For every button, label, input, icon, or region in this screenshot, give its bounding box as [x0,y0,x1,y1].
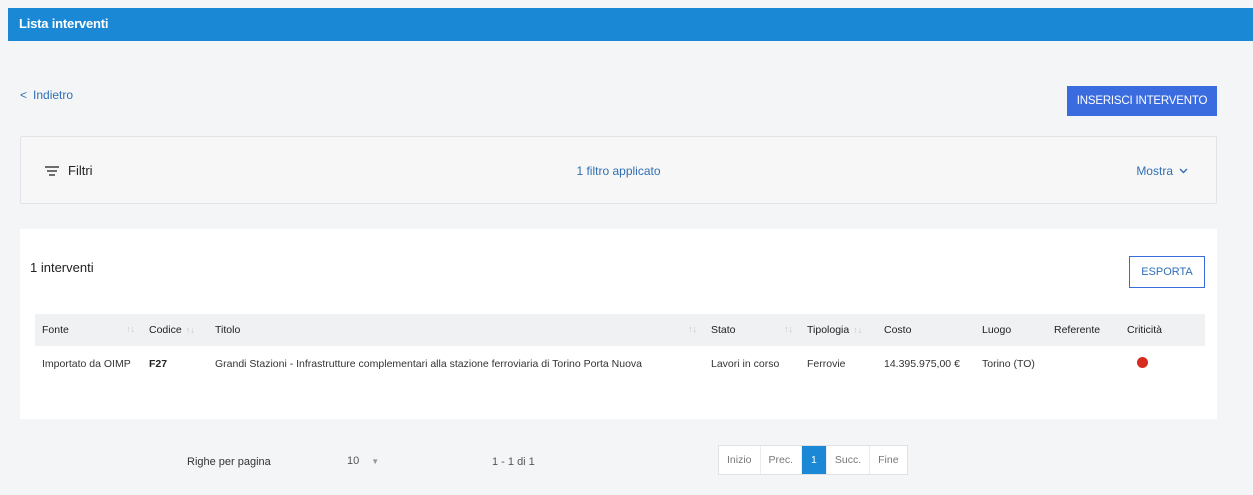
sort-icon[interactable]: ↑↓ [784,324,793,334]
caret-down-icon: ▼ [371,456,380,466]
rows-per-page-select[interactable]: 10 ▼ [347,455,379,467]
results-card: 1 interventi ESPORTA Fonte ↑↓ Codice ↑↓ Ti… [20,229,1217,419]
cell-costo: 14.395.975,00 € [884,358,960,370]
chevron-left-icon: < [20,88,28,102]
cell-codice: F27 [149,358,168,370]
interventions-table: Fonte ↑↓ Codice ↑↓ Titolo ↑↓ Stato ↑↓ Tipolo… [35,314,1205,382]
col-referente: Referente [1054,324,1101,336]
cell-stato: Lavori in corso [711,358,780,370]
rows-per-page-value: 10 [347,455,360,467]
col-titolo[interactable]: Titolo ↑↓ [208,314,704,346]
pagination-bar: Righe per pagina 10 ▼ 1 - 1 di 1 Inizio … [0,440,1253,480]
page-prev-button[interactable]: Prec. [761,446,803,474]
pagination-range: 1 - 1 di 1 [492,456,535,468]
sort-icon[interactable]: ↑↓ [853,325,862,335]
cell-tipologia: Ferrovie [807,358,846,370]
page-next-button[interactable]: Succ. [827,446,871,474]
sort-icon[interactable]: ↑↓ [186,325,195,335]
col-criticita: Criticità [1127,324,1163,336]
col-tipologia[interactable]: Tipologia ↑↓ [800,314,877,346]
col-fonte[interactable]: Fonte ↑↓ [35,314,142,346]
results-count: 1 interventi [30,260,94,275]
rows-per-page-label: Righe per pagina [187,456,271,468]
page-current-button[interactable]: 1 [802,446,827,474]
cell-titolo: Grandi Stazioni - Infrastrutture complem… [215,358,643,370]
page-last-button[interactable]: Fine [870,446,906,474]
col-costo: Costo [884,324,912,336]
cell-fonte: Importato da OIMP [42,358,131,370]
pagination-nav: Inizio Prec. 1 Succ. Fine [718,445,908,475]
filters-applied: 1 filtro applicato [576,164,661,178]
sort-icon[interactable]: ↑↓ [126,324,135,334]
table-row[interactable]: Importato da OIMP F27 Grandi Stazioni - … [35,346,1205,382]
sort-icon[interactable]: ↑↓ [688,324,697,334]
show-filters-label: Mostra [1136,164,1173,178]
back-label: Indietro [33,88,74,102]
criticality-dot-icon [1137,357,1148,368]
cell-luogo: Torino (TO) [982,358,1035,370]
page-title: Lista interventi [19,16,109,31]
chevron-down-icon [1179,168,1188,174]
insert-intervention-button[interactable]: INSERISCI INTERVENTO [1067,86,1217,116]
col-codice[interactable]: Codice ↑↓ [142,314,208,346]
page-first-button[interactable]: Inizio [719,446,761,474]
header-bar: Lista interventi [8,8,1253,41]
col-stato[interactable]: Stato ↑↓ [704,314,800,346]
col-luogo: Luogo [982,324,1012,336]
export-button[interactable]: ESPORTA [1129,256,1205,288]
show-filters-button[interactable]: Mostra [1136,164,1188,178]
filters-panel: Filtri 1 filtro applicato Mostra [20,136,1217,204]
cell-referente [1047,346,1120,382]
back-link[interactable]: < Indietro [20,88,73,102]
table-header-row: Fonte ↑↓ Codice ↑↓ Titolo ↑↓ Stato ↑↓ Tipolo… [35,314,1205,346]
cell-criticita [1120,346,1205,382]
